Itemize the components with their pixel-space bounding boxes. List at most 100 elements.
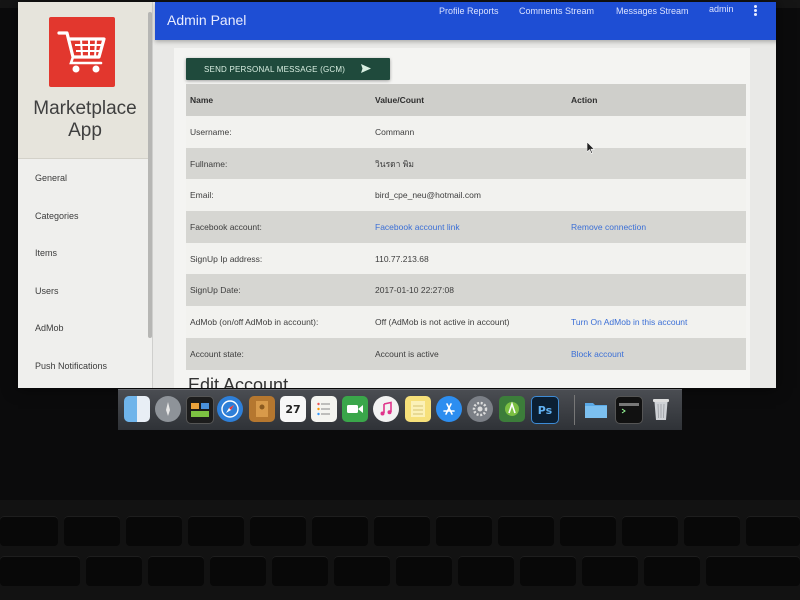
reminders-icon[interactable] [311,396,337,422]
keyboard-key [312,516,368,546]
sidebar: Marketplace App General Categories Items… [18,2,153,388]
notes-icon[interactable] [405,396,431,422]
keyboard-key [560,516,616,546]
row-label: Username: [186,116,371,148]
app-bar: Admin Panel Profile Reports Comments Str… [155,2,776,40]
row-value: bird_cpe_neu@hotmail.com [371,179,567,212]
row-label: Facebook account: [186,211,371,243]
keyboard-key [64,516,120,546]
keyboard-key [188,516,244,546]
send-icon [361,64,371,73]
keyboard-key [458,556,514,586]
send-personal-message-button[interactable]: SEND PERSONAL MESSAGE (GCM) [186,58,390,80]
photoshop-icon[interactable]: Ps [531,396,559,424]
keyboard-key [374,516,430,546]
calendar-day: 27 [285,402,301,416]
sidebar-item-push-notifications[interactable]: Push Notifications [18,348,152,386]
keyboard-key [396,556,452,586]
edit-account-heading: Edit Account [188,375,289,388]
keyboard-key [684,516,740,546]
macos-dock: 27 Ps [118,389,682,430]
finder-icon[interactable] [124,396,150,422]
safari-icon[interactable] [217,396,243,422]
nav-link-messages-stream[interactable]: Messages Stream [616,6,689,16]
sidebar-item-admob[interactable]: AdMob [18,310,152,348]
nav-link-comments-stream[interactable]: Comments Stream [519,6,594,16]
column-header-name: Name [186,84,371,116]
mission-control-icon[interactable] [186,396,214,424]
row-action [567,179,746,212]
sidebar-item-items[interactable]: Items [18,235,152,273]
sidebar-item-categories[interactable]: Categories [18,198,152,236]
contacts-icon[interactable] [249,396,275,422]
keyboard-key [746,516,800,546]
table-row: SignUp Date: 2017-01-10 22:27:08 [186,274,746,307]
laptop-keyboard [0,500,800,600]
keyboard-key [498,516,554,546]
itunes-icon[interactable] [373,396,399,422]
nav-link-admin[interactable]: admin [709,4,734,14]
app-title-line2: App [68,120,102,141]
column-header-value: Value/Count [371,84,567,116]
keyboard-key [0,556,80,586]
browser-viewport: Marketplace App General Categories Items… [18,2,776,388]
row-value: 2017-01-10 22:27:08 [371,274,567,307]
keyboard-key [622,516,678,546]
row-value: 110.77.213.68 [371,242,567,275]
row-value: Off (AdMob is not active in account) [371,306,567,338]
page-title: Admin Panel [167,12,247,28]
android-studio-icon[interactable] [499,396,525,422]
table-row: Email: bird_cpe_neu@hotmail.com [186,179,746,212]
keyboard-key [210,556,266,586]
keyboard-key [148,556,204,586]
account-info-table: Name Value/Count Action Username: Comman… [186,84,746,370]
shopping-cart-icon[interactable] [49,17,115,87]
table-row: Fullname: วินรดา พิม [186,147,746,180]
row-label: Fullname: [186,147,371,180]
calendar-icon[interactable]: 27 [280,396,306,422]
row-label: AdMob (on/off AdMob in account): [186,306,371,338]
photoshop-label: Ps [537,403,553,417]
nav-link-profile-reports[interactable]: Profile Reports [439,6,499,16]
keyboard-row [0,516,800,550]
row-value: Account is active [371,337,567,370]
block-account-link[interactable]: Block account [567,337,746,370]
sidebar-item-users[interactable]: Users [18,273,152,311]
dock-separator [574,395,575,425]
main-content: SEND PERSONAL MESSAGE (GCM) Name Value/C… [174,48,750,388]
downloads-folder-icon[interactable] [583,396,609,422]
more-vert-icon[interactable] [753,4,759,18]
turn-on-admob-link[interactable]: Turn On AdMob in this account [567,306,746,338]
row-label: Email: [186,179,371,212]
keyboard-key [436,516,492,546]
keyboard-key [0,516,58,546]
system-preferences-icon[interactable] [467,396,493,422]
sidebar-item-general[interactable]: General [18,160,152,198]
row-label: Account state: [186,337,371,370]
sidebar-brand: Marketplace App [18,2,152,159]
keyboard-key [334,556,390,586]
table-row: Facebook account: Facebook account link … [186,211,746,243]
table-row: Username: Commann [186,116,746,148]
row-action [567,274,746,307]
launchpad-icon[interactable] [155,396,181,422]
remove-connection-link[interactable]: Remove connection [567,211,746,243]
row-value: Commann [371,116,567,148]
keyboard-key [582,556,638,586]
app-title: Marketplace App [18,98,152,142]
trash-icon[interactable] [648,396,674,422]
sidebar-nav: General Categories Items Users AdMob Pus… [18,160,152,385]
send-personal-message-label: SEND PERSONAL MESSAGE (GCM) [204,64,346,74]
terminal-icon[interactable] [615,396,643,424]
keyboard-row [0,556,800,590]
keyboard-key [250,516,306,546]
row-value: วินรดา พิม [371,147,567,180]
table-row: Account state: Account is active Block a… [186,337,746,370]
app-store-icon[interactable] [436,396,462,422]
table-header-row: Name Value/Count Action [186,84,746,116]
column-header-action: Action [567,84,746,116]
facetime-icon[interactable] [342,396,368,422]
sidebar-scrollbar[interactable] [148,12,152,338]
table-row: SignUp Ip address: 110.77.213.68 [186,242,746,275]
facebook-account-link[interactable]: Facebook account link [371,211,567,243]
